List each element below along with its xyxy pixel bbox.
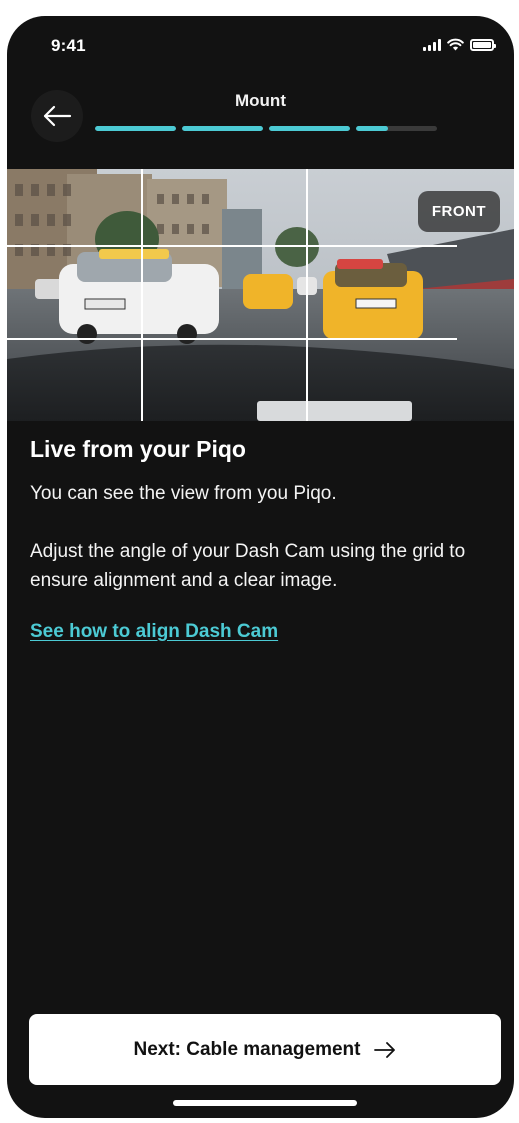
progress-step-1 bbox=[95, 126, 176, 131]
wifi-icon bbox=[447, 38, 464, 51]
status-time: 9:41 bbox=[51, 36, 86, 55]
grid-line-horizontal-2 bbox=[7, 338, 457, 340]
battery-icon bbox=[470, 38, 496, 51]
status-icons bbox=[423, 38, 496, 51]
arrow-right-icon bbox=[373, 1041, 395, 1058]
description-2: Adjust the angle of your Dash Cam using … bbox=[30, 541, 466, 591]
progress-step-4 bbox=[356, 126, 437, 131]
align-dash-cam-link[interactable]: See how to align Dash Cam bbox=[30, 621, 278, 643]
camera-live-view: FRONT bbox=[7, 169, 514, 421]
page-title: Mount bbox=[235, 91, 286, 110]
next-button-label: Next: Cable management bbox=[133, 1038, 361, 1060]
home-indicator[interactable] bbox=[173, 1100, 357, 1106]
next-button[interactable]: Next: Cable management bbox=[29, 1014, 501, 1085]
camera-position-badge: FRONT bbox=[417, 191, 500, 232]
section-title: Live from your Piqo bbox=[30, 436, 246, 462]
status-bar: 9:41 bbox=[7, 16, 514, 76]
description-1: You can see the view from you Piqo. bbox=[30, 483, 337, 504]
progress-bar bbox=[95, 126, 437, 131]
content: Live from your Piqo You can see the view… bbox=[30, 436, 490, 643]
phone-screen: 9:41 Mount FRONT Live from your Piqo You… bbox=[7, 16, 514, 1118]
grid-line-vertical-2 bbox=[306, 169, 308, 421]
progress-step-2 bbox=[182, 126, 263, 131]
progress-step-3 bbox=[269, 126, 350, 131]
cellular-signal-icon bbox=[423, 38, 441, 51]
grid-line-horizontal-1 bbox=[7, 245, 457, 247]
grid-line-vertical-1 bbox=[141, 169, 143, 421]
